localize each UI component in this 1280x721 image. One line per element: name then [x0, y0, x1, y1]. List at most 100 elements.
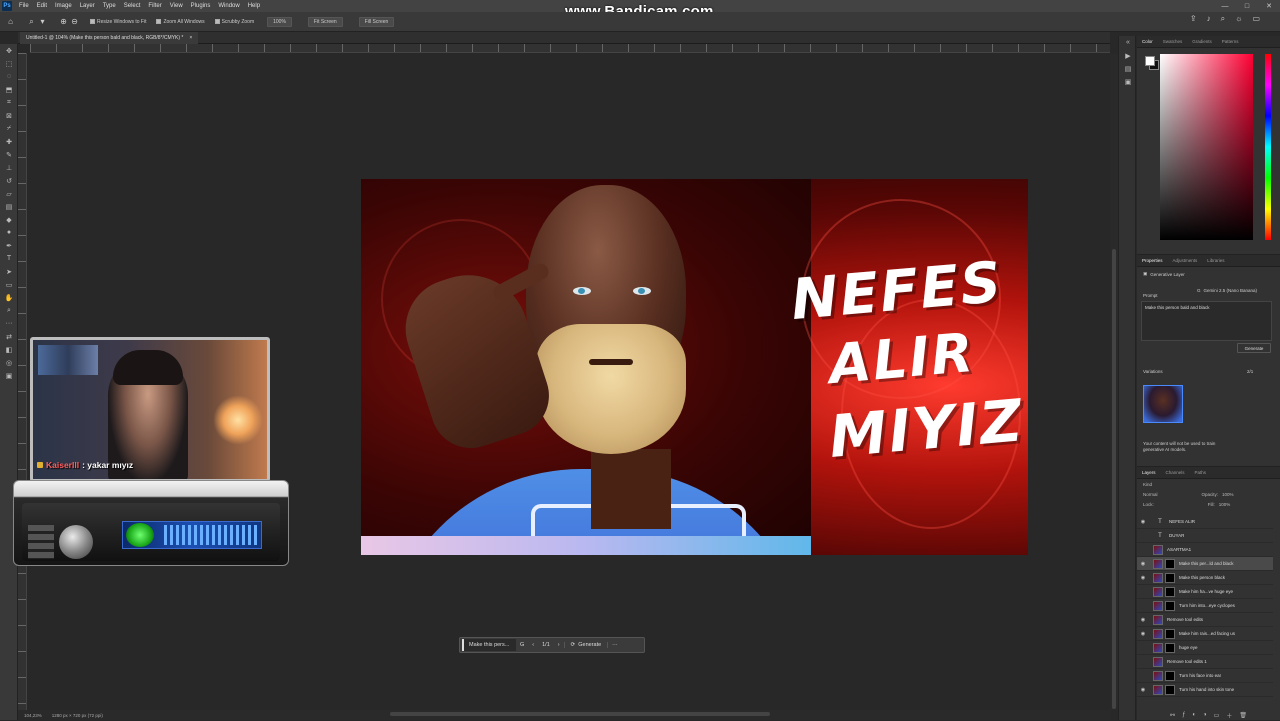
menu-file[interactable]: File: [15, 3, 33, 9]
document-tab[interactable]: Untitled-1 @ 104% (Make this person bald…: [20, 32, 199, 44]
object-select-tool-icon[interactable]: ⬒: [0, 83, 18, 96]
menu-edit[interactable]: Edit: [33, 3, 51, 9]
menu-filter[interactable]: Filter: [144, 3, 165, 9]
path-select-tool-icon[interactable]: ➤: [0, 265, 18, 278]
blend-mode-select[interactable]: Normal: [1143, 492, 1158, 497]
new-layer-icon[interactable]: ＋: [1226, 711, 1232, 720]
resize-windows-checkbox[interactable]: [90, 19, 95, 24]
type-tool-icon[interactable]: T: [0, 252, 18, 265]
lasso-tool-icon[interactable]: ◌: [0, 70, 18, 83]
layer-row[interactable]: ◉ Make him rais...ed facing us: [1137, 627, 1273, 641]
notifications-icon[interactable]: ♪: [1207, 14, 1211, 24]
tab-properties[interactable]: Properties: [1137, 258, 1168, 263]
trash-icon[interactable]: 🗑: [1239, 712, 1247, 719]
zoom-out-icon[interactable]: ⊖: [69, 16, 80, 27]
group-icon[interactable]: ▭: [1214, 712, 1220, 719]
fit-screen-button[interactable]: Fit Screen: [307, 16, 343, 27]
prompt-preview-field[interactable]: Make this pers...: [462, 639, 516, 651]
visibility-eye-icon[interactable]: ◉: [1139, 575, 1147, 581]
crop-tool-icon[interactable]: ⌗: [0, 96, 18, 109]
zoom-100-button[interactable]: 100%: [267, 16, 292, 27]
layer-row[interactable]: Remove tool edits 1: [1137, 655, 1273, 669]
variation-thumbnail[interactable]: [1143, 385, 1183, 423]
visibility-eye-icon[interactable]: ◉: [1139, 631, 1147, 637]
more-tools-icon[interactable]: ···: [0, 317, 18, 330]
layer-row[interactable]: Make him ha...ve huge eye: [1137, 585, 1273, 599]
opacity-value[interactable]: 100%: [1222, 492, 1234, 497]
close-button[interactable]: ✕: [1258, 0, 1280, 12]
zoom-all-windows-checkbox[interactable]: [156, 19, 162, 24]
tab-channels[interactable]: Channels: [1161, 470, 1190, 475]
history-brush-icon[interactable]: ↺: [0, 174, 18, 187]
generate-button[interactable]: ⟳ Generate: [563, 642, 609, 648]
vertical-scrollbar[interactable]: [1110, 54, 1118, 710]
marquee-tool-icon[interactable]: ⬚: [0, 57, 18, 70]
brush-tool-icon[interactable]: ✎: [0, 148, 18, 161]
layer-row[interactable]: ◉ Make this per...ld and black: [1137, 557, 1273, 571]
blur-tool-icon[interactable]: ◆: [0, 213, 18, 226]
properties-generate-button[interactable]: Generate: [1237, 343, 1271, 353]
tab-patterns[interactable]: Patterns: [1217, 39, 1244, 44]
zoom-in-icon[interactable]: ⊕: [58, 16, 69, 27]
minimize-button[interactable]: —: [1214, 0, 1236, 12]
edit-toolbar-icon[interactable]: ⇄: [0, 330, 18, 343]
adjustment-icon[interactable]: ◑: [1203, 712, 1207, 718]
stamp-tool-icon[interactable]: ⊥: [0, 161, 18, 174]
tab-color[interactable]: Color: [1137, 39, 1158, 44]
more-options-button[interactable]: ···: [608, 642, 622, 648]
prompt-input[interactable]: Make this person bald and black: [1141, 301, 1272, 341]
home-icon[interactable]: ⌂: [5, 16, 16, 27]
tab-gradients[interactable]: Gradients: [1187, 39, 1217, 44]
quick-mask-icon[interactable]: ◎: [0, 356, 18, 369]
menu-window[interactable]: Window: [214, 3, 243, 9]
fx-icon[interactable]: ƒ: [1182, 712, 1185, 718]
frame-tool-icon[interactable]: ⊠: [0, 109, 18, 122]
hue-slider[interactable]: [1265, 54, 1271, 240]
layer-row[interactable]: Turn his face into ear: [1137, 669, 1273, 683]
layer-row[interactable]: ◉ Remove tool edits: [1137, 613, 1273, 627]
visibility-eye-icon[interactable]: ◉: [1139, 561, 1147, 567]
zoom-level[interactable]: 104,23%: [24, 713, 42, 718]
menu-layer[interactable]: Layer: [76, 3, 99, 9]
layer-row[interactable]: ◉ Turn his hand into skin tone: [1137, 683, 1273, 697]
share-icon[interactable]: ⇪: [1190, 14, 1197, 24]
menu-image[interactable]: Image: [51, 3, 76, 9]
document-canvas[interactable]: NEFES ALIR MIYIZ?: [361, 179, 1028, 555]
color-picker-field[interactable]: [1160, 54, 1253, 240]
tab-paths[interactable]: Paths: [1190, 470, 1212, 475]
scrollbar-thumb[interactable]: [1112, 249, 1116, 709]
mask-icon[interactable]: ◐: [1192, 712, 1196, 718]
close-tab-icon[interactable]: ×: [189, 35, 192, 41]
visibility-eye-icon[interactable]: ◉: [1139, 617, 1147, 623]
pen-tool-icon[interactable]: ✒: [0, 239, 18, 252]
menu-type[interactable]: Type: [99, 3, 120, 9]
menu-view[interactable]: View: [166, 3, 187, 9]
visibility-eye-icon[interactable]: ◉: [1139, 519, 1147, 525]
panel-icon[interactable]: ▭: [1252, 14, 1260, 24]
properties-icon[interactable]: ▤: [1119, 62, 1137, 75]
model-row[interactable]: G Gemini 2.5 (Nano Banana): [1197, 288, 1257, 293]
scrubby-zoom-checkbox[interactable]: [214, 19, 220, 24]
healing-tool-icon[interactable]: ✚: [0, 135, 18, 148]
workspace-icon[interactable]: ☼: [1235, 14, 1242, 24]
maximize-button[interactable]: □: [1236, 0, 1258, 12]
zoom-tool-icon[interactable]: ⌕: [0, 304, 18, 317]
google-model-icon[interactable]: G: [516, 642, 528, 648]
play-action-icon[interactable]: ▶: [1119, 49, 1137, 62]
fill-value[interactable]: 100%: [1219, 502, 1231, 507]
fill-screen-button[interactable]: Fill Screen: [358, 16, 395, 27]
layer-row[interactable]: ASARTMA1: [1137, 543, 1273, 557]
photoshop-logo-icon[interactable]: Ps: [2, 1, 12, 11]
move-tool-icon[interactable]: ✥: [0, 44, 18, 57]
tab-layers[interactable]: Layers: [1137, 470, 1161, 475]
next-variation-button[interactable]: ›: [554, 642, 564, 648]
screen-mode-icon[interactable]: ▣: [0, 369, 18, 382]
layer-filter-kind[interactable]: Kind: [1143, 482, 1152, 487]
chevron-down-icon[interactable]: ▾: [37, 16, 48, 27]
eyedropper-tool-icon[interactable]: ⌿: [0, 122, 18, 135]
search-icon[interactable]: ⌕: [1221, 14, 1225, 24]
hand-tool-icon[interactable]: ✋: [0, 291, 18, 304]
link-icon[interactable]: ⚯: [1170, 712, 1175, 719]
layer-row[interactable]: ◉ Make this person black: [1137, 571, 1273, 585]
layer-row[interactable]: huge eye: [1137, 641, 1273, 655]
